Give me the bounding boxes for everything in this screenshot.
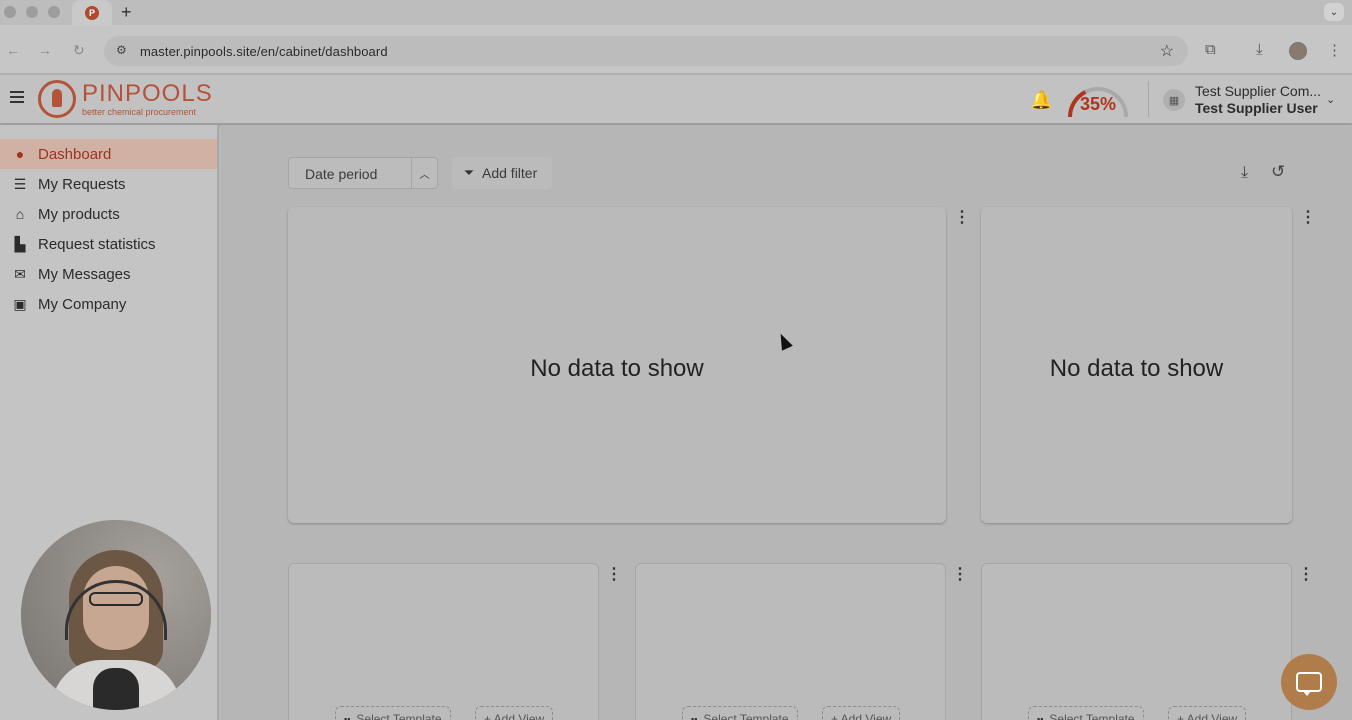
select-template-label: Select Template <box>703 712 789 720</box>
widget-menu-icon[interactable]: ⋮ <box>606 564 622 584</box>
sidebar-item-dashboard[interactable]: ● Dashboard <box>0 139 217 169</box>
company-name[interactable]: Test Supplier Com... <box>1195 83 1321 99</box>
chat-launcher-button[interactable] <box>1281 654 1337 710</box>
sidebar-item-my-messages[interactable]: ✉ My Messages <box>0 259 217 289</box>
back-icon[interactable]: ← <box>6 42 20 58</box>
chat-bubble-icon <box>1296 672 1322 696</box>
empty-state-text: No data to show <box>530 355 704 382</box>
select-template-label: Select Template <box>1049 712 1135 720</box>
close-window-button[interactable] <box>4 6 16 18</box>
address-bar[interactable]: ⚙ master.pinpools.site/en/cabinet/dashbo… <box>104 36 1188 66</box>
add-view-button[interactable]: + Add View <box>475 706 554 720</box>
bookmark-star-icon[interactable]: ☆ <box>1160 41 1174 61</box>
pinpools-favicon-icon: P <box>85 5 99 20</box>
widget-menu-icon[interactable]: ⋮ <box>1298 564 1314 584</box>
add-view-label: + Add View <box>484 712 545 720</box>
select-template-button[interactable]: ▪▪ Select Template <box>682 706 798 720</box>
reload-icon[interactable]: ↻ <box>73 42 85 59</box>
site-settings-icon[interactable]: ⚙ <box>116 43 127 57</box>
select-template-label: Select Template <box>356 712 442 720</box>
header-divider <box>1148 81 1149 117</box>
briefcase-icon: ▣ <box>13 295 27 312</box>
palette-icon: ● <box>15 146 25 162</box>
sidebar-item-label: My Requests <box>38 175 126 193</box>
user-name[interactable]: Test Supplier User <box>1195 100 1318 116</box>
forward-icon[interactable]: → <box>38 42 52 58</box>
maximize-window-button[interactable] <box>48 6 60 18</box>
reset-icon[interactable]: ↺ <box>1271 162 1285 182</box>
browser-tab[interactable]: P <box>72 0 112 25</box>
downloads-icon[interactable]: ⤓ <box>1256 41 1263 58</box>
browser-profile-avatar[interactable] <box>1289 42 1307 60</box>
dashboard-widget-large: No data to show <box>288 207 946 523</box>
presenter-webcam <box>21 520 211 710</box>
sidebar-item-label: Request statistics <box>38 235 156 253</box>
profile-completion-value: 35% <box>1080 94 1117 114</box>
empty-widget-slot: ▪▪ Select Template + Add View <box>635 563 946 720</box>
list-icon: ☰ <box>13 175 27 192</box>
menu-toggle-icon[interactable] <box>10 91 24 103</box>
browser-menu-icon[interactable]: ⋮ <box>1327 41 1342 59</box>
browser-tab-strip: P + ⌄ <box>0 0 1352 25</box>
chevron-down-icon[interactable]: ⌄ <box>1326 93 1335 106</box>
template-icon: ▪▪ <box>1037 714 1044 720</box>
sidebar-item-label: My products <box>38 205 120 223</box>
browser-toolbar: ← → ↻ ⚙ master.pinpools.site/en/cabinet/… <box>0 25 1352 74</box>
add-view-button[interactable]: + Add View <box>1168 706 1247 720</box>
add-filter-button[interactable]: ⏷ Add filter <box>452 157 552 189</box>
app-header: PINPOOLS better chemical procurement 🔔 3… <box>0 75 1352 124</box>
tab-search-button[interactable]: ⌄ <box>1324 3 1344 21</box>
basket-icon: ⌂ <box>15 206 25 222</box>
extensions-icon[interactable]: ⧉ <box>1205 41 1216 58</box>
sidebar-item-my-products[interactable]: ⌂ My products <box>0 199 217 229</box>
company-building-icon[interactable]: ▦ <box>1163 89 1185 111</box>
widget-menu-icon[interactable]: ⋮ <box>952 564 968 584</box>
empty-widget-slot: ▪▪ Select Template + Add View <box>288 563 599 720</box>
widget-menu-icon[interactable]: ⋮ <box>1300 207 1316 227</box>
new-tab-button[interactable]: + <box>121 2 132 23</box>
logo-text[interactable]: PINPOOLS <box>82 80 213 108</box>
download-icon[interactable]: ⤓ <box>1241 164 1248 182</box>
minimize-window-button[interactable] <box>26 6 38 18</box>
empty-widget-slot: ▪▪ Select Template + Add View <box>981 563 1292 720</box>
add-view-button[interactable]: + Add View <box>822 706 901 720</box>
bar-chart-icon: ▙ <box>14 235 26 252</box>
sidebar-item-label: My Messages <box>38 265 131 283</box>
chevron-up-icon[interactable]: ︿ <box>411 158 437 188</box>
date-period-label: Date period <box>305 166 378 182</box>
sidebar-item-my-requests[interactable]: ☰ My Requests <box>0 169 217 199</box>
add-filter-label: Add filter <box>482 165 538 181</box>
template-icon: ▪▪ <box>344 714 351 720</box>
select-template-button[interactable]: ▪▪ Select Template <box>1028 706 1144 720</box>
date-period-select[interactable]: Date period ︿ <box>288 157 438 189</box>
url-text[interactable]: master.pinpools.site/en/cabinet/dashboar… <box>140 44 388 59</box>
sidebar-item-label: Dashboard <box>38 145 112 163</box>
comments-icon: ✉ <box>14 265 26 282</box>
dashboard-widget-small: No data to show <box>981 207 1292 523</box>
sidebar-item-my-company[interactable]: ▣ My Company <box>0 289 217 319</box>
select-template-button[interactable]: ▪▪ Select Template <box>335 706 451 720</box>
pinpools-logo-icon[interactable] <box>38 80 76 118</box>
empty-state-text: No data to show <box>1049 355 1224 382</box>
sidebar-item-label: My Company <box>38 295 127 313</box>
add-view-label: + Add View <box>1177 712 1238 720</box>
widget-menu-icon[interactable]: ⋮ <box>954 207 970 227</box>
notification-bell-icon[interactable]: 🔔 <box>1030 90 1052 111</box>
sidebar-item-request-statistics[interactable]: ▙ Request statistics <box>0 229 217 259</box>
add-view-label: + Add View <box>831 712 892 720</box>
filter-icon: ⏷ <box>463 165 475 180</box>
logo-tagline: better chemical procurement <box>82 107 197 117</box>
template-icon: ▪▪ <box>691 714 698 720</box>
